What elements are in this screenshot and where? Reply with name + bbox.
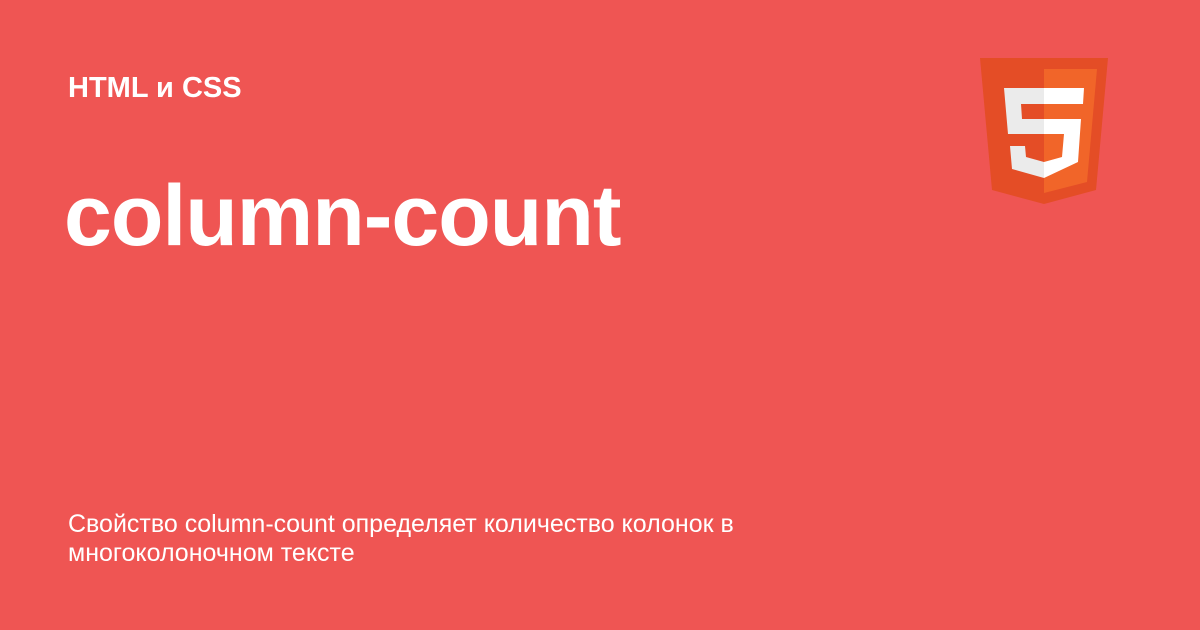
page-title: column-count [64, 168, 621, 264]
html5-icon [980, 58, 1108, 204]
preview-card: HTML и CSS column-count Свойство column-… [0, 0, 1200, 630]
category-label: HTML и CSS [68, 72, 242, 104]
description-text: Свойство column-count определяет количес… [68, 510, 734, 567]
